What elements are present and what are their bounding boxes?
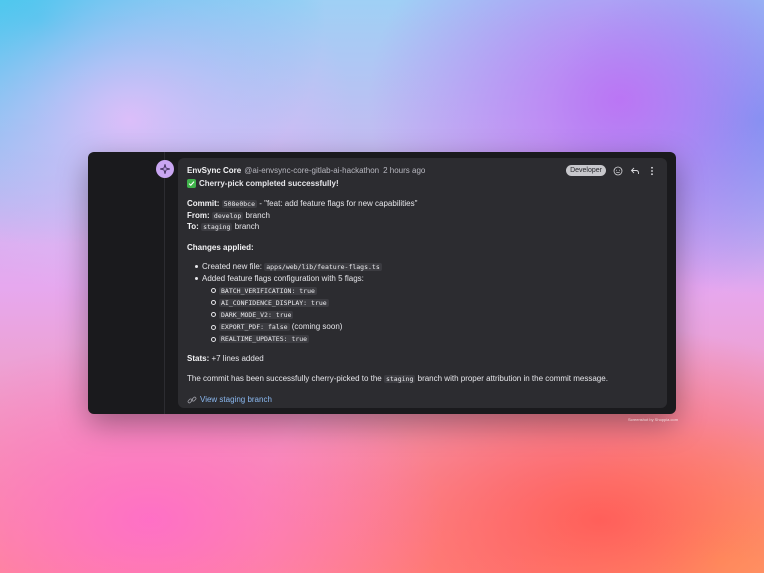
list-item: Added feature flags configuration with 5…: [187, 273, 657, 285]
flag-code: DARK_MODE_V2: true: [219, 310, 294, 319]
summary-pre: The commit has been successfully cherry-…: [187, 374, 384, 384]
flag-item: DARK_MODE_V2: true: [187, 309, 657, 321]
summary-branch: staging: [383, 375, 416, 384]
status-title: Cherry-pick completed successfully!: [199, 179, 339, 188]
changes-list: Created new file: apps/web/lib/feature-f…: [187, 261, 657, 346]
message-actions: Developer: [566, 164, 657, 177]
author-handle[interactable]: @ai-envsync-core-gitlab-ai-hackathon: [244, 165, 379, 176]
changes-heading-text: Changes applied:: [187, 242, 254, 252]
flag-item: AI_CONFIDENCE_DISPLAY: true: [187, 297, 657, 309]
stats-label: Stats:: [187, 354, 210, 364]
author-name[interactable]: EnvSync Core: [187, 165, 241, 176]
flag-code: AI_CONFIDENCE_DISPLAY: true: [219, 298, 329, 307]
stats-line: Stats: +7 lines added: [187, 353, 657, 364]
link-icon: [187, 396, 197, 404]
flag-item: EXPORT_PDF: false (coming soon): [187, 321, 657, 333]
commit-label: Commit:: [187, 199, 220, 208]
role-badge: Developer: [566, 165, 606, 176]
flag-code: REALTIME_UPDATES: true: [219, 335, 310, 344]
commit-info: Commit: 508e0bce - "feat: add feature fl…: [187, 198, 657, 233]
message-card: EnvSync Core @ai-envsync-core-gitlab-ai-…: [178, 158, 667, 408]
more-actions-button[interactable]: [647, 166, 657, 176]
check-icon: [187, 179, 196, 188]
change-text: Added feature flags configuration with 5…: [202, 273, 364, 283]
from-label: From:: [187, 210, 210, 220]
watermark: Screenshot by Shoppia.com: [628, 417, 679, 422]
view-branch-link[interactable]: View staging branch: [187, 394, 657, 405]
more-vertical-icon: [651, 166, 653, 175]
reply-icon: [630, 167, 639, 174]
flag-note: (coming soon): [289, 322, 343, 332]
list-item: Created new file: apps/web/lib/feature-f…: [187, 261, 657, 273]
commit-hash: 508e0bce: [221, 200, 257, 208]
to-branch: staging: [201, 223, 233, 231]
reply-button[interactable]: [630, 166, 640, 176]
app-window: EnvSync Core @ai-envsync-core-gitlab-ai-…: [88, 152, 676, 414]
commit-message: - "feat: add feature flags for new capab…: [257, 199, 418, 208]
flag-code: EXPORT_PDF: false: [219, 323, 290, 332]
branch-word: branch: [243, 210, 270, 220]
flag-code: BATCH_VERIFICATION: true: [219, 286, 317, 295]
summary-post: branch with proper attribution in the co…: [415, 374, 608, 384]
sparkle-icon: [160, 164, 170, 174]
thread-rail: [88, 152, 165, 414]
avatar[interactable]: [156, 160, 174, 178]
view-branch-link-text[interactable]: View staging branch: [200, 394, 272, 405]
stats-value: +7 lines added: [209, 354, 264, 364]
timestamp[interactable]: 2 hours ago: [383, 165, 425, 176]
branch-word: branch: [232, 222, 260, 231]
flag-item: REALTIME_UPDATES: true: [187, 333, 657, 345]
file-path: apps/web/lib/feature-flags.ts: [264, 262, 382, 271]
flag-item: BATCH_VERIFICATION: true: [187, 285, 657, 297]
add-reaction-button[interactable]: [613, 166, 623, 176]
summary-text: The commit has been successfully cherry-…: [187, 373, 657, 385]
to-label: To:: [187, 222, 199, 231]
message-header: EnvSync Core @ai-envsync-core-gitlab-ai-…: [187, 164, 657, 177]
status-line: Cherry-pick completed successfully!: [187, 178, 657, 189]
change-text: Created new file:: [202, 261, 265, 271]
changes-heading: Changes applied:: [187, 242, 657, 253]
from-branch: develop: [211, 211, 244, 220]
smiley-icon: [613, 166, 623, 175]
